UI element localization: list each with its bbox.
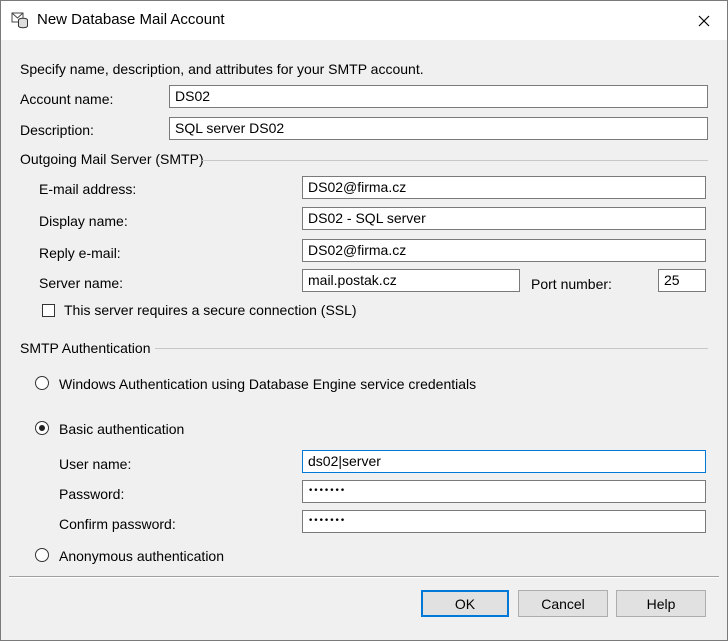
ok-button[interactable]: OK [421, 590, 509, 617]
password-input[interactable]: ••••••• [302, 480, 706, 503]
basic-auth-label: Basic authentication [59, 421, 185, 437]
reply-email-input[interactable]: DS02@firma.cz [302, 239, 706, 262]
dialog-content: Specify name, description, and attribute… [1, 40, 727, 640]
smtp-group-label: Outgoing Mail Server (SMTP) [20, 151, 204, 167]
account-name-label: Account name: [20, 91, 114, 107]
confirm-password-label: Confirm password: [59, 516, 176, 532]
window-title: New Database Mail Account [37, 11, 225, 28]
display-name-input[interactable]: DS02 - SQL server [302, 207, 706, 230]
server-name-label: Server name: [39, 275, 124, 291]
windows-auth-label: Windows Authentication using Database En… [59, 376, 477, 392]
username-label: User name: [59, 456, 132, 472]
port-number-input[interactable]: 25 [658, 269, 706, 292]
intro-text: Specify name, description, and attribute… [20, 61, 424, 77]
anonymous-auth-radio[interactable] [35, 548, 49, 562]
cancel-button[interactable]: Cancel [518, 590, 608, 617]
database-mail-icon [11, 11, 29, 29]
close-icon [698, 15, 710, 26]
close-button[interactable] [681, 1, 727, 40]
password-label: Password: [59, 486, 125, 502]
dialog-window: New Database Mail Account Specify name, … [0, 0, 728, 641]
help-button[interactable]: Help [616, 590, 706, 617]
windows-auth-radio[interactable] [35, 376, 49, 390]
display-name-label: Display name: [39, 213, 128, 229]
email-label: E-mail address: [39, 181, 137, 197]
ssl-checkbox[interactable] [42, 304, 55, 317]
basic-auth-radio[interactable] [35, 421, 49, 435]
title-bar: New Database Mail Account [1, 1, 727, 40]
reply-email-label: Reply e-mail: [39, 245, 121, 261]
port-number-label: Port number: [531, 276, 612, 292]
email-input[interactable]: DS02@firma.cz [302, 176, 706, 199]
account-name-input[interactable]: DS02 [169, 85, 708, 108]
confirm-password-input[interactable]: ••••••• [302, 510, 706, 533]
description-label: Description: [20, 122, 94, 138]
smtp-group-divider [202, 160, 708, 161]
description-input[interactable]: SQL server DS02 [169, 117, 708, 140]
auth-group-divider [155, 348, 708, 349]
anonymous-auth-label: Anonymous authentication [59, 548, 224, 564]
username-input[interactable]: ds02|server [302, 450, 706, 473]
footer-separator-highlight [9, 577, 719, 578]
auth-group-label: SMTP Authentication [20, 340, 151, 356]
server-name-input[interactable]: mail.postak.cz [302, 269, 520, 292]
ssl-label: This server requires a secure connection… [64, 302, 357, 318]
radio-selected-dot [39, 425, 45, 431]
